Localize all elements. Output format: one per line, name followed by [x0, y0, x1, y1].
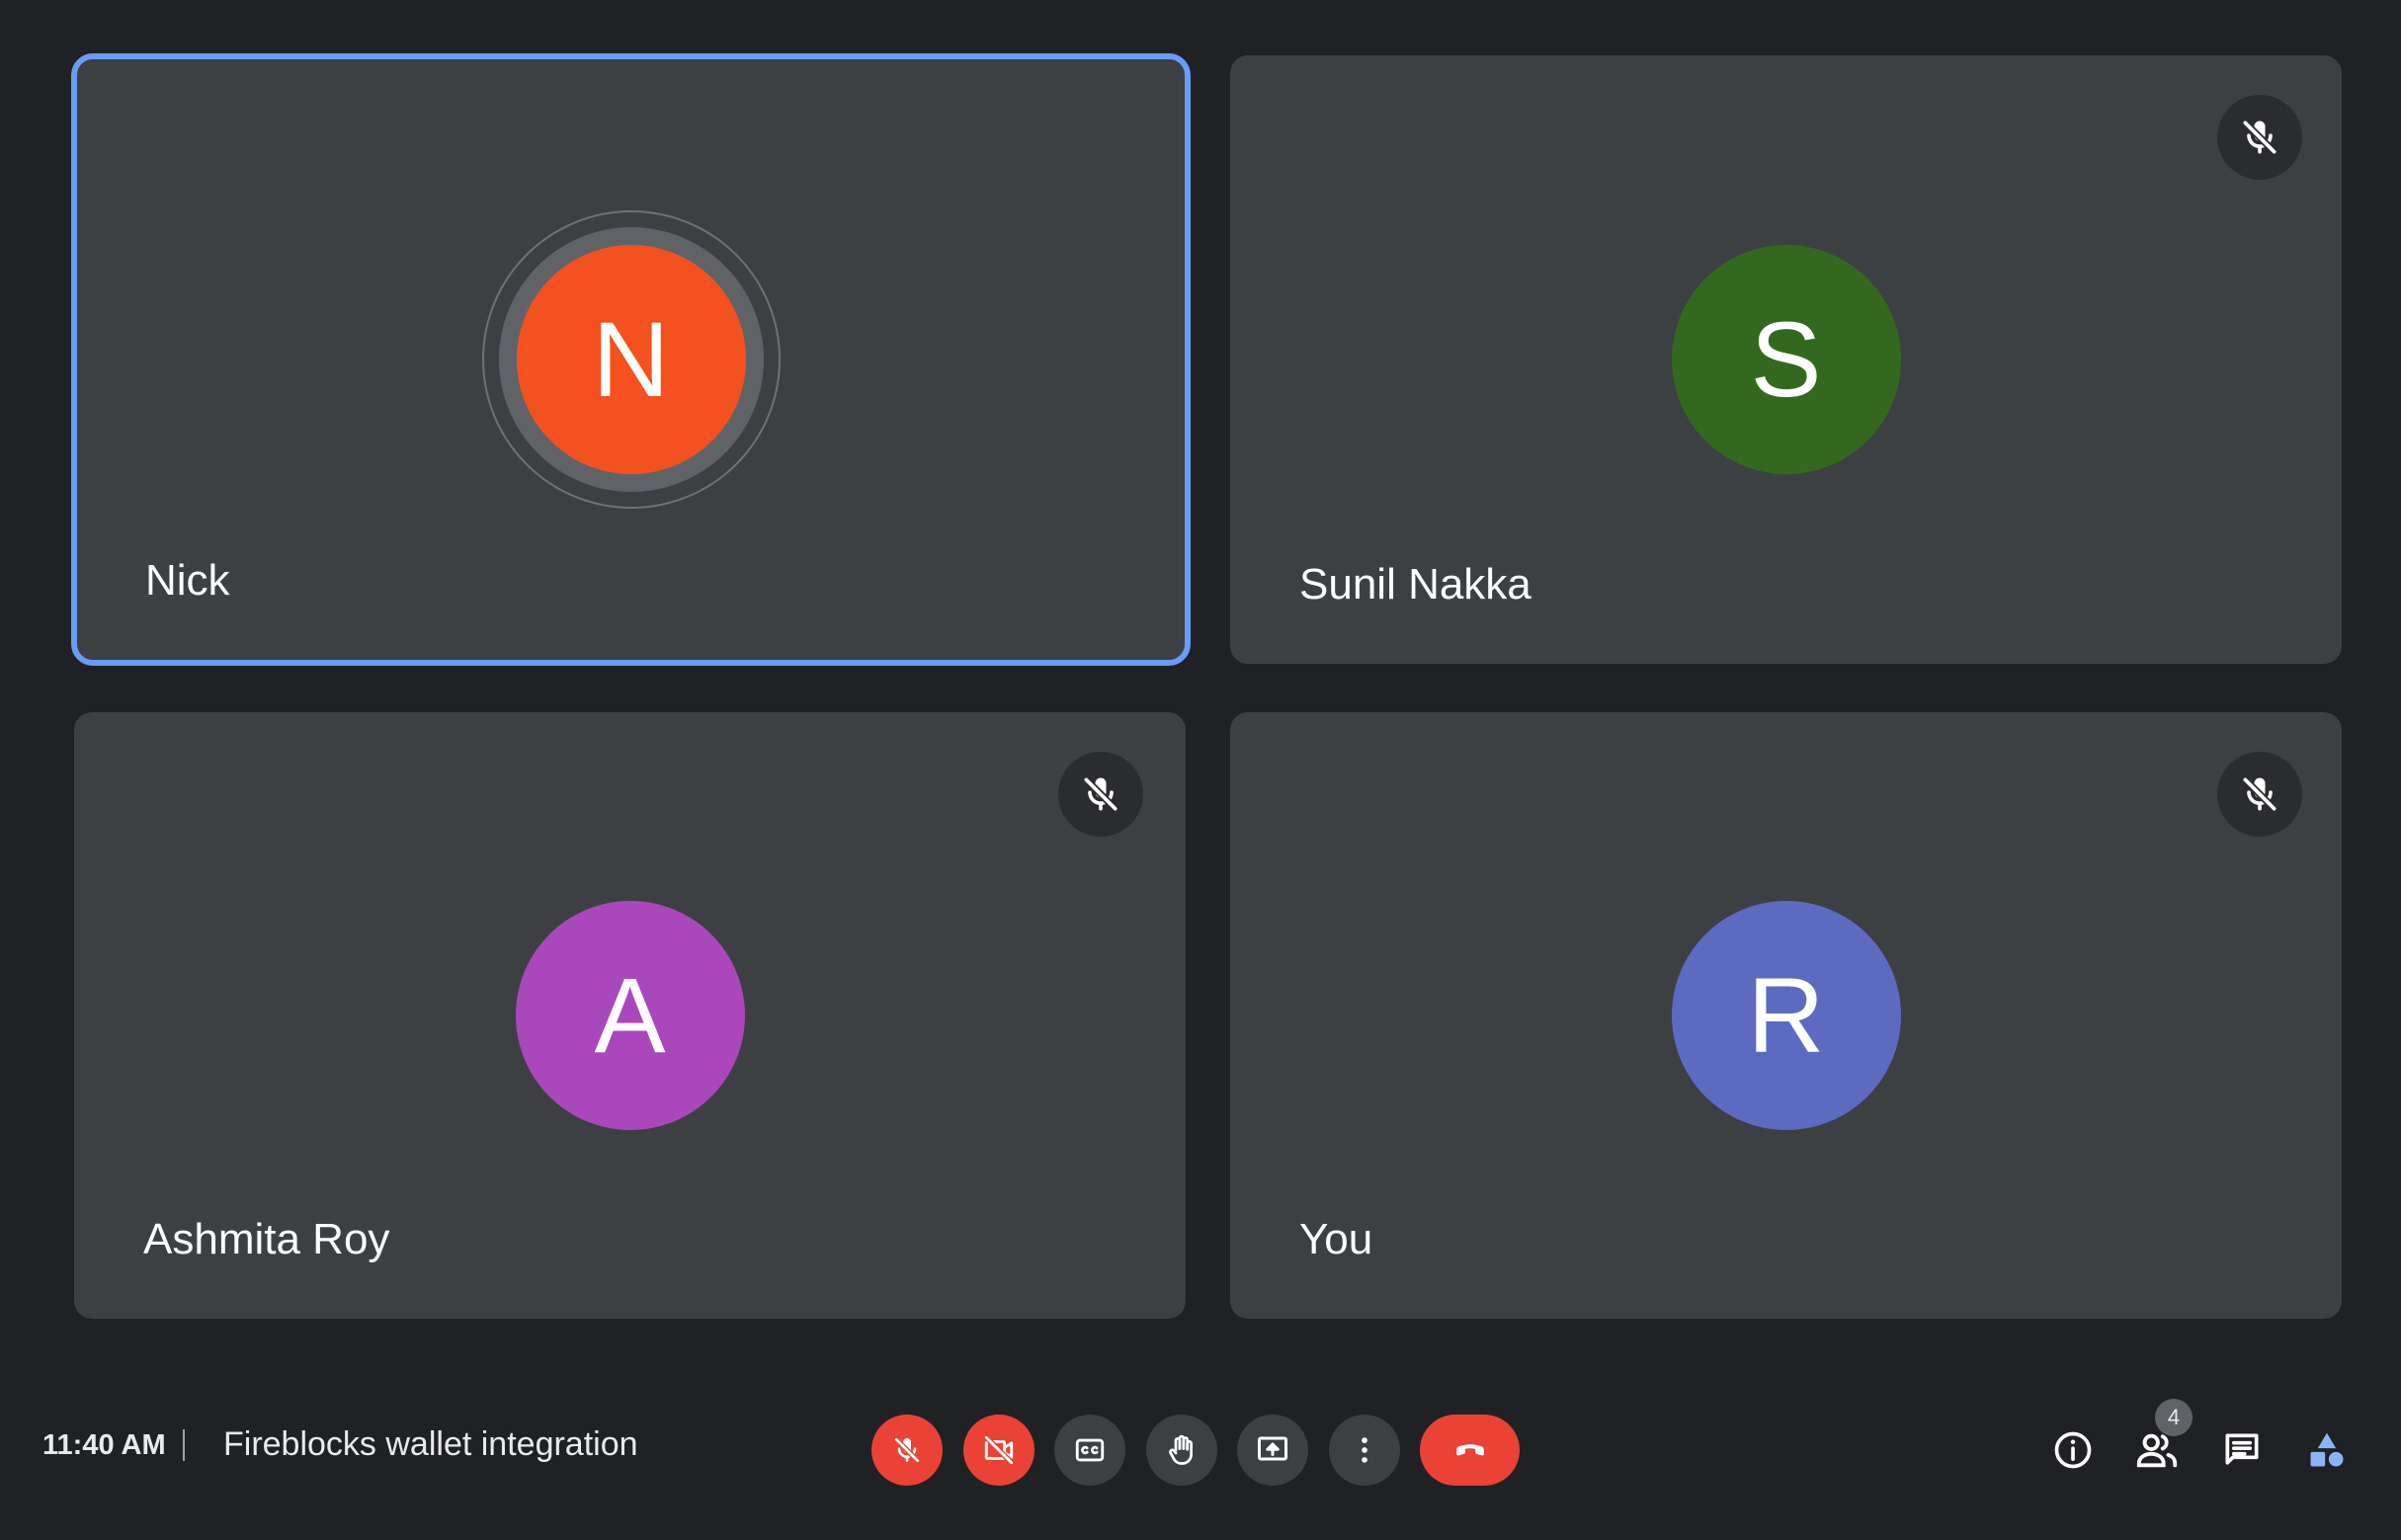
avatar-container: R [1671, 901, 1901, 1130]
toggle-camera-button[interactable] [963, 1415, 1035, 1486]
avatar: S [1671, 245, 1901, 474]
people-button[interactable]: 4 [2127, 1399, 2193, 1480]
toggle-microphone-button[interactable] [871, 1415, 943, 1486]
camera-off-icon [983, 1434, 1015, 1466]
activities-button[interactable] [2297, 1420, 2357, 1480]
raise-hand-button[interactable] [1146, 1415, 1217, 1486]
avatar-container: A [515, 901, 745, 1130]
meeting-details-button[interactable] [2043, 1420, 2103, 1480]
mic-off-icon [1058, 752, 1143, 837]
speaking-ring-inner: N [498, 227, 764, 492]
participant-tile-nick[interactable]: N Nick [71, 53, 1191, 666]
more-options-button[interactable] [1329, 1415, 1400, 1486]
avatar: N [516, 245, 746, 474]
meeting-title: Fireblocks wallet integration [223, 1425, 638, 1463]
bottom-control-bar: 11:40 AM Fireblocks wallet integration 4 [0, 1378, 2401, 1516]
participant-name: Ashmita Roy [143, 1215, 390, 1263]
activities-icon [2310, 1432, 2344, 1467]
avatar: R [1671, 901, 1901, 1130]
closed-captions-icon [1075, 1438, 1105, 1462]
present-screen-icon [1258, 1436, 1287, 1461]
participant-name: Sunil Nakka [1299, 560, 1532, 608]
speaking-indicator: N [481, 210, 781, 509]
leave-call-button[interactable] [1420, 1415, 1520, 1486]
present-now-button[interactable] [1237, 1415, 1308, 1486]
speaking-ring-outer: N [481, 210, 781, 509]
participant-tile-ashmita-roy[interactable]: A Ashmita Roy [74, 712, 1186, 1319]
participant-tile-you[interactable]: R You [1230, 712, 2342, 1319]
divider [183, 1429, 185, 1461]
mic-off-icon [2217, 752, 2302, 837]
more-options-icon [1362, 1437, 1367, 1463]
avatar-container: S [1671, 245, 1901, 474]
chat-button[interactable] [2212, 1420, 2272, 1480]
raise-hand-icon [1169, 1434, 1193, 1465]
end-call-icon [1455, 1444, 1484, 1456]
avatar: A [515, 901, 745, 1130]
mic-off-icon [2217, 95, 2302, 180]
mic-off-icon [893, 1436, 921, 1464]
participant-name: Nick [145, 556, 230, 605]
meeting-clock: 11:40 AM [42, 1429, 166, 1461]
meeting-details-icon [2054, 1431, 2092, 1469]
meet-call-screen: N Nick S Sunil Nakka A Ashmita Roy R You… [0, 0, 2401, 1540]
captions-button[interactable] [1054, 1415, 1125, 1486]
participant-name: You [1299, 1215, 1373, 1263]
participant-tile-sunil-nakka[interactable]: S Sunil Nakka [1230, 55, 2342, 664]
chat-icon [2225, 1433, 2259, 1465]
participant-count-badge: 4 [2155, 1399, 2193, 1436]
